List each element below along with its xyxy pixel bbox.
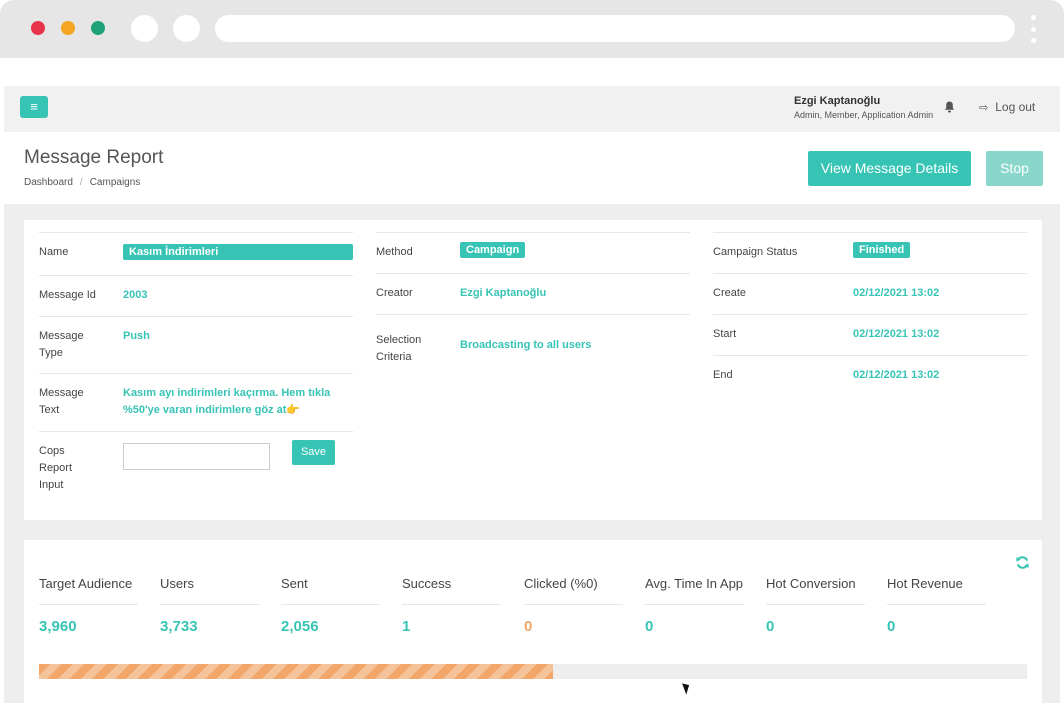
detail-row-status: Campaign Status Finished — [713, 232, 1027, 273]
stat-label: Users — [160, 576, 259, 605]
end-value: 02/12/2021 13:02 — [853, 369, 940, 381]
detail-row-method: Method Campaign — [376, 232, 690, 273]
stat-value: 0 — [524, 618, 533, 635]
method-value: Campaign — [460, 242, 526, 258]
stop-button[interactable]: Stop — [986, 151, 1043, 186]
app: ≡ Ezgi Kaptanoğlu Admin, Member, Applica… — [4, 58, 1060, 703]
stat-value: 0 — [887, 618, 896, 635]
browser-menu-icon[interactable] — [1030, 15, 1036, 43]
stat-label: Clicked (%0) — [524, 576, 623, 605]
cops-report-input-label: Cops Report Input — [39, 445, 73, 491]
stat-3: Success 1 — [402, 576, 501, 635]
detail-row-selection-criteria: Selection Criteria Broadcasting to all us… — [376, 314, 690, 374]
stat-label: Target Audience — [39, 576, 138, 605]
logout-button[interactable]: ⇨ Log out — [979, 100, 1035, 114]
close-window-icon[interactable] — [31, 21, 45, 35]
message-id-value: 2003 — [123, 289, 148, 301]
bell-icon[interactable] — [944, 101, 955, 116]
campaign-status-label: Campaign Status — [713, 246, 798, 258]
stats-card: Target Audience 3,960 Users 3,733 Sent 2,056 S… — [24, 540, 1042, 703]
selection-criteria-label: Selection Criteria — [376, 334, 422, 363]
stat-0: Target Audience 3,960 — [39, 576, 138, 635]
header: ≡ Ezgi Kaptanoğlu Admin, Member, Applica… — [4, 86, 1060, 132]
stat-7: Hot Revenue 0 — [887, 576, 986, 635]
back-button[interactable] — [131, 15, 158, 42]
campaign-status-badge: Finished — [853, 242, 911, 258]
create-value: 02/12/2021 13:02 — [853, 287, 940, 299]
detail-row-name: Name Kasım İndirimleri — [39, 232, 353, 275]
message-id-label: Message Id — [39, 289, 96, 301]
breadcrumb-dashboard[interactable]: Dashboard — [24, 177, 73, 188]
message-type-value: Push — [123, 330, 150, 342]
stat-label: Avg. Time In App — [645, 576, 744, 605]
detail-row-message-text: Message Text Kasım ayı indirimleri kaçırm… — [39, 373, 353, 431]
stat-5: Avg. Time In App 0 — [645, 576, 744, 635]
message-text-value: Kasım ayı indirimleri kaçırma. Hem tıkla… — [123, 387, 331, 416]
method-label: Method — [376, 246, 413, 258]
refresh-icon[interactable] — [1015, 555, 1030, 575]
forward-button[interactable] — [173, 15, 200, 42]
stat-label: Hot Conversion — [766, 576, 865, 605]
selection-criteria-value: Broadcasting to all users — [460, 339, 592, 351]
start-value: 02/12/2021 13:02 — [853, 328, 940, 340]
page-title: Message Report — [24, 147, 164, 168]
stat-label: Success — [402, 576, 501, 605]
logout-label: Log out — [995, 100, 1036, 114]
detail-row-end: End 02/12/2021 13:02 — [713, 355, 1027, 396]
creator-label: Creator — [376, 287, 413, 299]
user-info[interactable]: Ezgi Kaptanoğlu Admin, Member, Applicati… — [794, 95, 933, 120]
title-bar: Message Report Dashboard / Campaigns View … — [4, 132, 1060, 204]
message-type-label: Message Type — [39, 330, 84, 359]
detail-row-start: Start 02/12/2021 13:02 — [713, 314, 1027, 355]
breadcrumb-campaigns[interactable]: Campaigns — [90, 177, 141, 188]
stat-4: Clicked (%0) 0 — [524, 576, 623, 635]
cops-report-input[interactable] — [123, 443, 270, 470]
message-text-label: Message Text — [39, 387, 84, 416]
name-value: Kasım İndirimleri — [123, 244, 353, 260]
hamburger-icon[interactable]: ≡ — [20, 96, 48, 118]
details-card: Name Kasım İndirimleri Message Id 2003 M… — [24, 220, 1042, 520]
create-label: Create — [713, 287, 747, 299]
start-label: Start — [713, 328, 737, 340]
details-column-2: Method Campaign Creator Ezgi Kaptanoğlu … — [376, 232, 690, 374]
creator-value: Ezgi Kaptanoğlu — [460, 287, 547, 299]
save-button[interactable]: Save — [292, 440, 335, 465]
browser-chrome — [0, 0, 1064, 58]
maximize-window-icon[interactable] — [91, 21, 105, 35]
stat-label: Hot Revenue — [887, 576, 986, 605]
stat-value: 0 — [766, 618, 775, 635]
detail-row-message-type: Message Type Push — [39, 316, 353, 373]
details-column-1: Name Kasım İndirimleri Message Id 2003 M… — [39, 232, 353, 501]
stat-value: 3,733 — [160, 618, 198, 635]
stat-value: 2,056 — [281, 618, 319, 635]
breadcrumb: Dashboard / Campaigns — [24, 177, 141, 188]
detail-row-cops: Cops Report Input Save — [39, 431, 353, 501]
top-strip — [4, 58, 1060, 86]
detail-row-create: Create 02/12/2021 13:02 — [713, 273, 1027, 314]
stat-value: 3,960 — [39, 618, 77, 635]
stat-label: Sent — [281, 576, 380, 605]
name-label: Name — [39, 246, 69, 258]
stat-6: Hot Conversion 0 — [766, 576, 865, 635]
stat-value: 0 — [645, 618, 654, 635]
user-name: Ezgi Kaptanoğlu — [794, 95, 881, 107]
progress-bar-fill — [39, 664, 553, 679]
progress-bar — [39, 664, 1027, 679]
address-bar[interactable] — [215, 15, 1015, 42]
logout-icon: ⇨ — [979, 102, 989, 114]
minimize-window-icon[interactable] — [61, 21, 75, 35]
detail-row-message-id: Message Id 2003 — [39, 275, 353, 316]
view-message-details-button[interactable]: View Message Details — [808, 151, 971, 186]
end-label: End — [713, 369, 733, 381]
user-role: Admin, Member, Application Admin — [794, 110, 934, 120]
stat-1: Users 3,733 — [160, 576, 259, 635]
stat-2: Sent 2,056 — [281, 576, 380, 635]
details-column-3: Campaign Status Finished Create 02/12/20… — [713, 232, 1027, 396]
detail-row-creator: Creator Ezgi Kaptanoğlu — [376, 273, 690, 314]
stat-value: 1 — [402, 618, 411, 635]
